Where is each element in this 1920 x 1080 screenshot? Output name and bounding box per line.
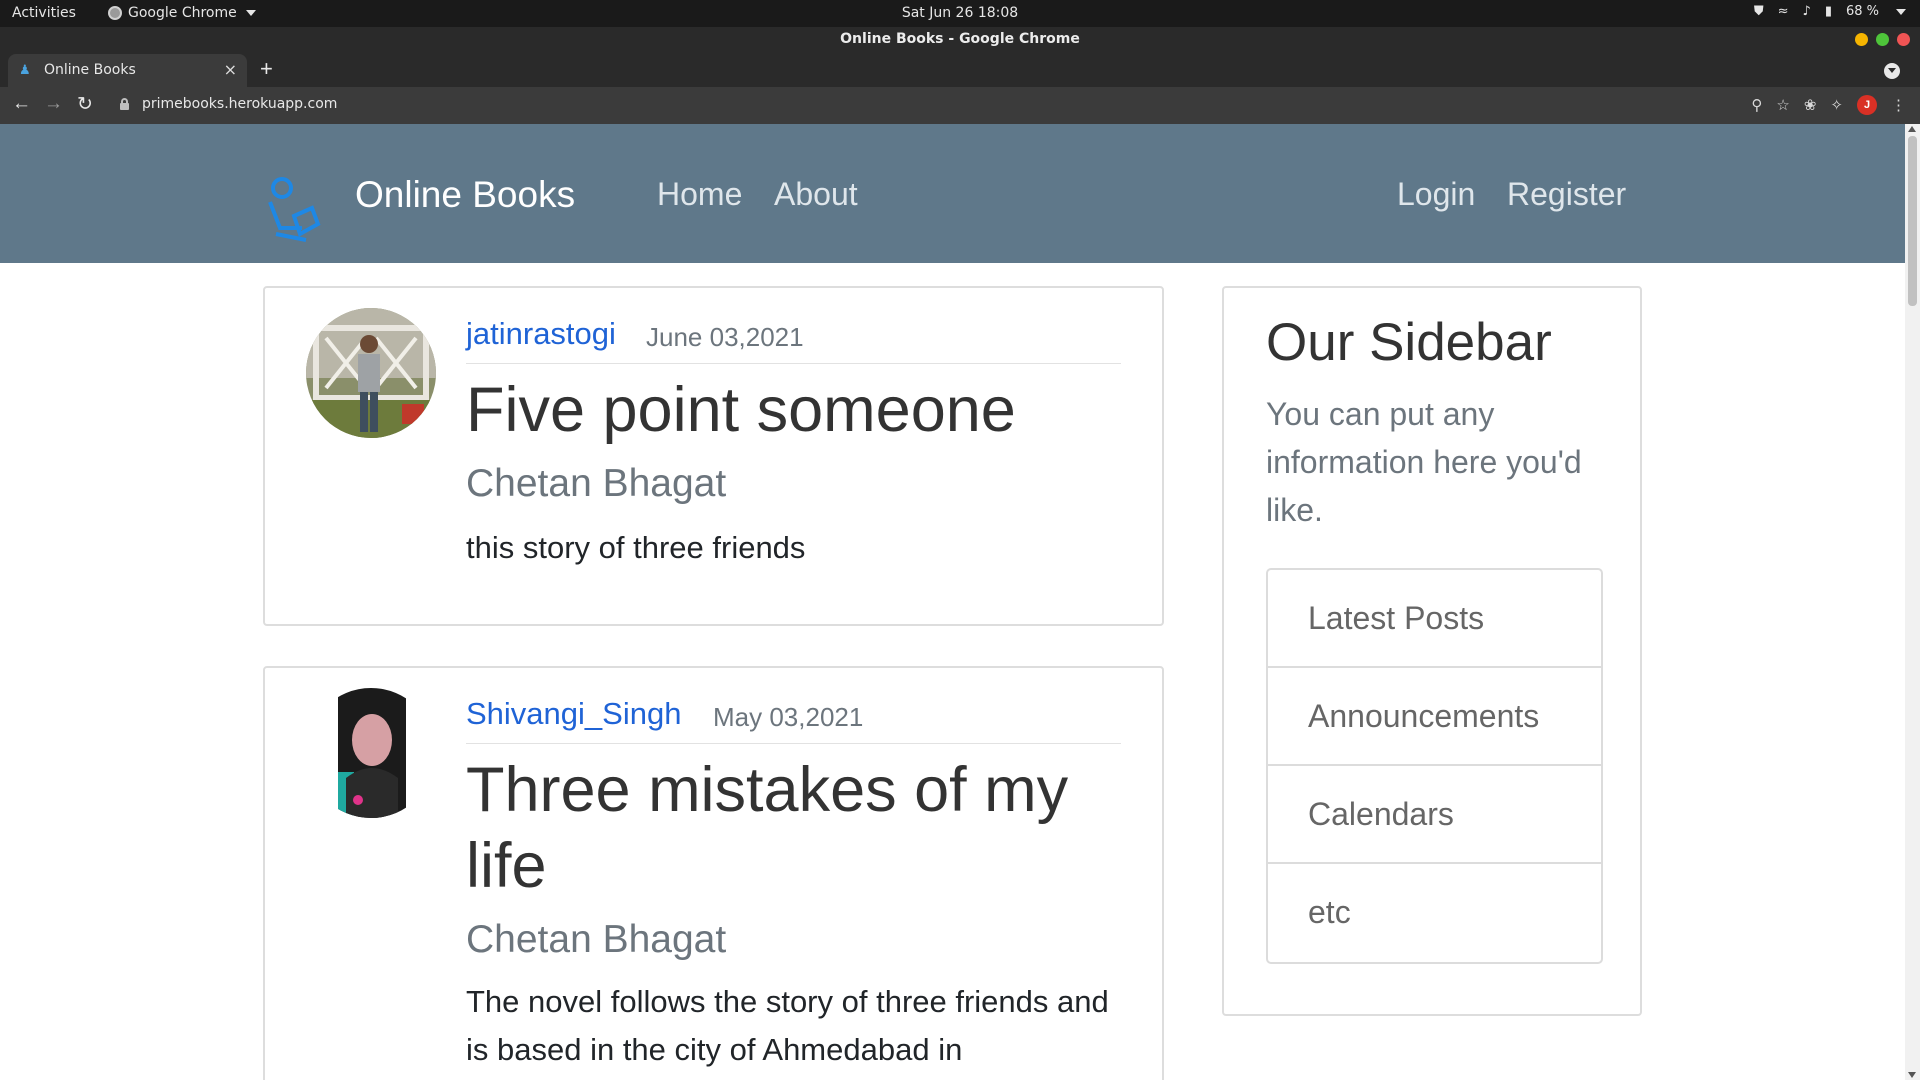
extensions-puzzle-icon[interactable]: ✧ [1830,96,1843,114]
author-avatar[interactable] [306,688,436,818]
browser-tab[interactable]: ♟ Online Books × [8,54,247,87]
post-title[interactable]: Five point someone [466,372,1132,448]
page-scrollbar[interactable] [1905,124,1920,1080]
volume-icon: ♪ [1802,4,1811,19]
nav-about[interactable]: About [774,176,858,213]
post-card: Shivangi_Singh May 03,2021 Three mistake… [263,666,1164,1080]
sidebar-description: You can put any information here you'd l… [1266,396,1582,528]
system-tray[interactable]: ⛊ ≈ ♪ ▮ 68 % [1754,4,1906,19]
site-navbar: Online Books Home About Login Register [0,124,1905,263]
post-date: May 03,2021 [713,702,864,732]
reload-icon[interactable]: ↻ [77,93,93,116]
tab-search-button[interactable] [1884,63,1900,79]
site-brand[interactable]: Online Books [355,174,575,216]
post-content: The novel follows the story of three fri… [466,984,1109,1067]
post-meta: Shivangi_Singh May 03,2021 [466,696,1121,744]
url-text[interactable]: primebooks.herokuapp.com [142,96,337,112]
chevron-down-icon [1896,8,1906,15]
extension-gear-icon[interactable]: ❀ [1804,96,1817,114]
browser-toolbar: ← → ↻ primebooks.herokuapp.com ⚲ ☆ ❀ ✧ J… [0,87,1920,124]
sidebar-title: Our Sidebar [1266,313,1552,372]
close-window-button[interactable] [1897,33,1910,46]
shield-icon: ⛊ [1753,4,1764,19]
post-content: this story of three friends [466,530,806,565]
nav-login[interactable]: Login [1397,176,1475,213]
nav-home[interactable]: Home [657,176,742,213]
book-author: Chetan Bhagat [466,462,727,505]
address-bar[interactable]: primebooks.herokuapp.com [112,90,1722,120]
system-top-bar: Activities Google Chrome Sat Jun 26 18:0… [0,0,1920,27]
scrollbar-thumb[interactable] [1908,136,1917,306]
book-author: Chetan Bhagat [466,918,727,961]
post-meta: jatinrastogi June 03,2021 [466,316,1121,364]
sidebar: Our Sidebar You can put any information … [1222,286,1642,1016]
maximize-button[interactable] [1876,33,1889,46]
scroll-down-icon[interactable] [1908,1072,1916,1078]
minimize-button[interactable] [1855,33,1868,46]
sidebar-list: Latest Posts Announcements Calendars etc [1266,568,1603,964]
tab-title: Online Books [44,62,136,78]
close-tab-icon[interactable]: × [224,60,237,79]
back-icon[interactable]: ← [12,93,31,115]
lock-icon[interactable] [120,98,129,110]
battery-level: 68 % [1845,4,1879,19]
sidebar-item-announcements[interactable]: Announcements [1268,668,1601,766]
sidebar-item-latest-posts[interactable]: Latest Posts [1268,570,1601,668]
browser-title-bar: Online Books - Google Chrome ♟ Online Bo… [0,27,1920,87]
reader-logo-icon[interactable] [262,174,322,246]
page-viewport: Online Books Home About Login Register j… [0,124,1920,1080]
wifi-icon: ≈ [1777,4,1789,19]
window-controls [1855,33,1910,46]
new-tab-button[interactable]: + [260,56,273,82]
post-author-link[interactable]: jatinrastogi [466,316,616,352]
author-avatar[interactable] [306,308,436,438]
reader-logo-icon: ♟ [19,63,31,78]
sidebar-item-etc[interactable]: etc [1268,864,1601,962]
sidebar-item-calendars[interactable]: Calendars [1268,766,1601,864]
window-title: Online Books - Google Chrome [840,31,1080,47]
post-title[interactable]: Three mistakes of my life [466,752,1132,904]
zoom-icon[interactable]: ⚲ [1751,96,1762,114]
toolbar-actions: ⚲ ☆ ❀ ✧ J ⋮ [1751,95,1906,115]
scroll-up-icon[interactable] [1908,126,1916,132]
post-date: June 03,2021 [646,322,804,352]
post-card: jatinrastogi June 03,2021 Five point som… [263,286,1164,626]
nav-register[interactable]: Register [1507,176,1626,213]
forward-icon[interactable]: → [44,93,63,115]
bookmark-star-icon[interactable]: ☆ [1776,96,1789,114]
battery-icon: ▮ [1824,4,1832,19]
profile-avatar[interactable]: J [1857,95,1877,115]
menu-kebab-icon[interactable]: ⋮ [1891,96,1906,114]
clock[interactable]: Sat Jun 26 18:08 [0,5,1920,21]
post-author-link[interactable]: Shivangi_Singh [466,696,681,732]
